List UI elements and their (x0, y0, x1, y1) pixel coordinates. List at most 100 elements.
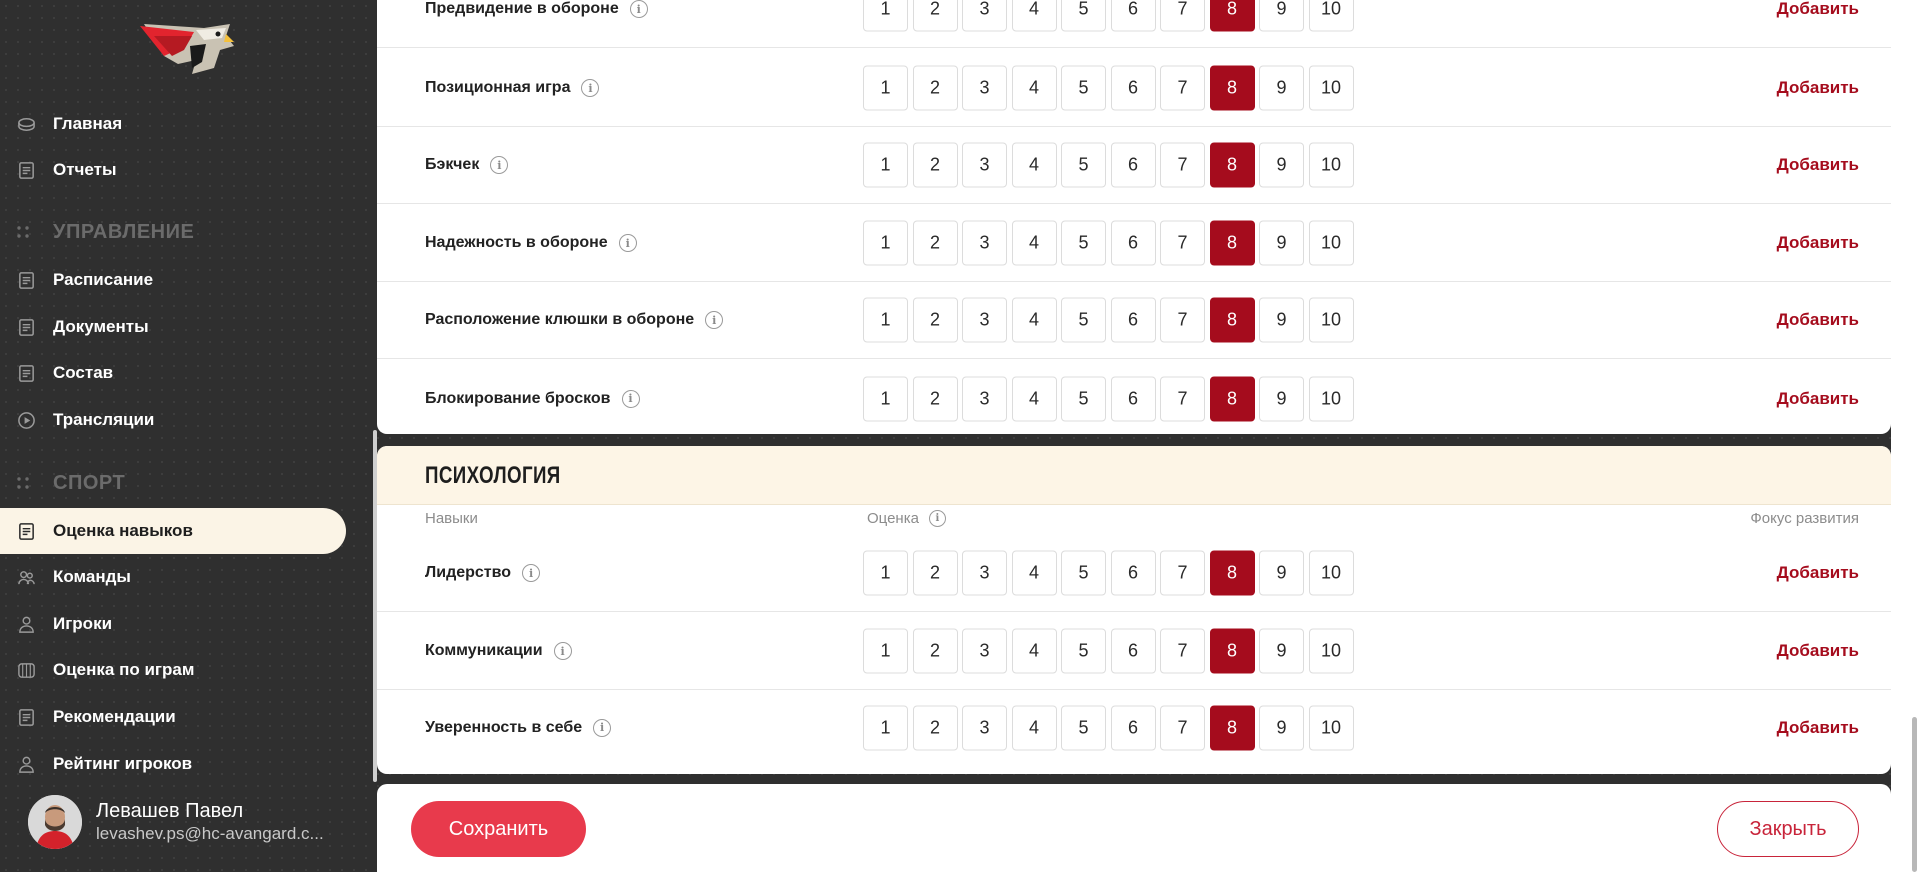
score-option-2[interactable]: 2 (912, 220, 958, 266)
nav-broadcasts[interactable]: Трансляции (0, 397, 346, 443)
score-option-4[interactable]: 4 (1011, 220, 1057, 266)
info-icon[interactable]: i (593, 718, 612, 737)
score-option-1[interactable]: 1 (863, 0, 908, 32)
add-focus-button[interactable]: Добавить (1777, 360, 1859, 437)
score-option-6[interactable]: 6 (1110, 0, 1156, 32)
score-option-4[interactable]: 4 (1011, 705, 1057, 750)
save-button[interactable]: Сохранить (411, 801, 586, 857)
nav-player-rating[interactable]: Рейтинг игроков (0, 741, 346, 787)
info-icon[interactable]: i (621, 389, 640, 408)
score-option-4[interactable]: 4 (1011, 297, 1057, 343)
info-icon[interactable]: i (553, 642, 572, 660)
avangard-logo[interactable] (134, 16, 240, 76)
score-option-9[interactable]: 9 (1259, 376, 1304, 421)
add-focus-button[interactable]: Добавить (1777, 689, 1859, 766)
score-option-7[interactable]: 7 (1160, 376, 1205, 421)
avatar[interactable] (28, 795, 82, 849)
score-option-7[interactable]: 7 (1160, 0, 1205, 32)
score-option-10[interactable]: 10 (1308, 220, 1354, 266)
score-option-3[interactable]: 3 (962, 297, 1007, 343)
add-focus-button[interactable]: Добавить (1777, 0, 1859, 47)
score-option-5[interactable]: 5 (1061, 65, 1106, 111)
score-option-6[interactable]: 6 (1110, 376, 1156, 421)
score-option-5[interactable]: 5 (1061, 0, 1106, 32)
score-option-10[interactable]: 10 (1308, 65, 1354, 111)
score-option-10[interactable]: 10 (1308, 376, 1354, 421)
score-option-3[interactable]: 3 (962, 220, 1007, 266)
score-option-6[interactable]: 6 (1110, 142, 1156, 188)
score-option-9[interactable]: 9 (1259, 220, 1304, 266)
score-option-2[interactable]: 2 (912, 142, 958, 188)
score-option-10[interactable]: 10 (1308, 628, 1354, 674)
score-option-2[interactable]: 2 (912, 628, 958, 674)
nav-recommendations[interactable]: Рекомендации (0, 694, 346, 740)
score-option-8[interactable]: 8 (1209, 65, 1255, 111)
score-option-6[interactable]: 6 (1110, 628, 1156, 674)
score-option-7[interactable]: 7 (1160, 550, 1205, 596)
score-option-6[interactable]: 6 (1110, 220, 1156, 266)
add-focus-button[interactable]: Добавить (1777, 205, 1859, 281)
score-option-4[interactable]: 4 (1011, 0, 1057, 32)
score-option-8[interactable]: 8 (1209, 705, 1255, 750)
nav-home[interactable]: Главная (0, 101, 346, 147)
score-option-8[interactable]: 8 (1209, 376, 1255, 421)
score-option-2[interactable]: 2 (912, 0, 958, 32)
info-icon[interactable]: i (490, 156, 509, 174)
score-option-2[interactable]: 2 (912, 376, 958, 421)
score-option-9[interactable]: 9 (1259, 0, 1304, 32)
nav-players[interactable]: Игроки (0, 601, 346, 647)
nav-reports[interactable]: Отчеты (0, 147, 346, 193)
score-option-4[interactable]: 4 (1011, 376, 1057, 421)
score-option-9[interactable]: 9 (1259, 142, 1304, 188)
score-option-5[interactable]: 5 (1061, 220, 1106, 266)
score-option-7[interactable]: 7 (1160, 705, 1205, 750)
score-option-6[interactable]: 6 (1110, 65, 1156, 111)
score-option-3[interactable]: 3 (962, 0, 1007, 32)
score-option-8[interactable]: 8 (1209, 0, 1255, 32)
info-icon[interactable]: i (581, 79, 600, 97)
user-profile[interactable]: Левашев Павел levashev.ps@hc-avangard.c.… (28, 795, 326, 849)
add-focus-button[interactable]: Добавить (1777, 282, 1859, 358)
score-option-1[interactable]: 1 (863, 376, 908, 421)
score-option-8[interactable]: 8 (1209, 628, 1255, 674)
score-option-6[interactable]: 6 (1110, 705, 1156, 750)
score-option-7[interactable]: 7 (1160, 142, 1205, 188)
score-option-3[interactable]: 3 (962, 705, 1007, 750)
score-option-10[interactable]: 10 (1308, 142, 1354, 188)
score-option-10[interactable]: 10 (1308, 550, 1354, 596)
score-option-1[interactable]: 1 (863, 297, 908, 343)
score-option-3[interactable]: 3 (962, 142, 1007, 188)
nav-teams[interactable]: Команды (0, 554, 346, 600)
score-option-6[interactable]: 6 (1110, 297, 1156, 343)
score-option-5[interactable]: 5 (1061, 628, 1106, 674)
score-option-8[interactable]: 8 (1209, 297, 1255, 343)
score-option-1[interactable]: 1 (863, 220, 908, 266)
score-option-8[interactable]: 8 (1209, 550, 1255, 596)
scrollbar-thumb[interactable] (1912, 717, 1917, 872)
score-option-8[interactable]: 8 (1209, 220, 1255, 266)
score-option-10[interactable]: 10 (1308, 0, 1354, 32)
score-option-3[interactable]: 3 (962, 376, 1007, 421)
score-option-9[interactable]: 9 (1259, 550, 1304, 596)
score-option-10[interactable]: 10 (1308, 297, 1354, 343)
score-option-9[interactable]: 9 (1259, 297, 1304, 343)
score-option-7[interactable]: 7 (1160, 297, 1205, 343)
score-option-2[interactable]: 2 (912, 550, 958, 596)
nav-schedule[interactable]: Расписание (0, 257, 346, 303)
nav-documents[interactable]: Документы (0, 304, 346, 350)
score-option-7[interactable]: 7 (1160, 628, 1205, 674)
score-option-2[interactable]: 2 (912, 705, 958, 750)
score-option-3[interactable]: 3 (962, 550, 1007, 596)
score-option-1[interactable]: 1 (863, 65, 908, 111)
score-option-5[interactable]: 5 (1061, 705, 1106, 750)
info-icon[interactable]: i (522, 564, 541, 582)
score-option-3[interactable]: 3 (962, 65, 1007, 111)
score-option-9[interactable]: 9 (1259, 65, 1304, 111)
score-option-5[interactable]: 5 (1061, 376, 1106, 421)
score-option-8[interactable]: 8 (1209, 142, 1255, 188)
score-option-1[interactable]: 1 (863, 142, 908, 188)
score-option-2[interactable]: 2 (912, 65, 958, 111)
score-option-1[interactable]: 1 (863, 705, 908, 750)
info-icon[interactable]: i (928, 510, 946, 527)
nav-skill-assessment[interactable]: Оценка навыков (0, 508, 346, 554)
